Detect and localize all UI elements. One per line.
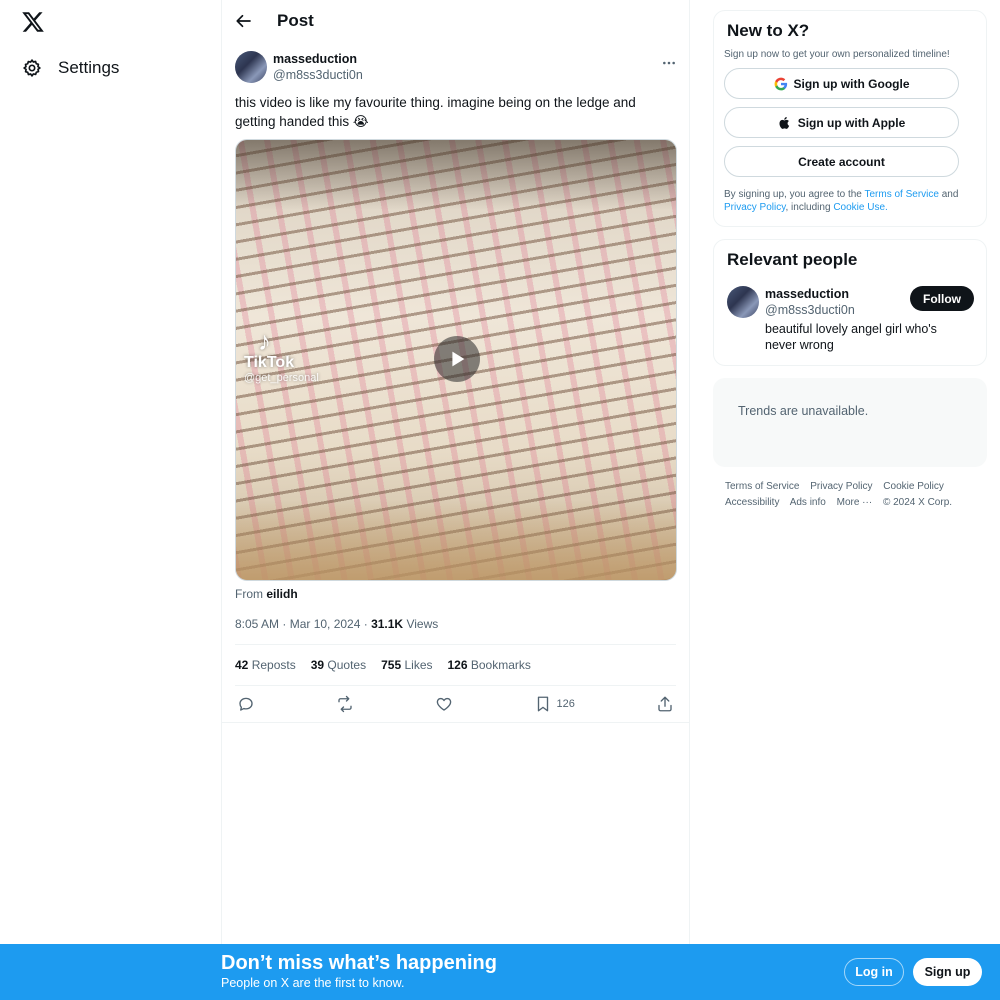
play-icon [446, 348, 468, 370]
views-count: 31.1K [371, 617, 404, 631]
quotes-count: 39 [310, 658, 325, 672]
terms-link[interactable]: Terms of Service [864, 189, 938, 200]
main-column: Post masseduction @m8ss3ducti0n this vid… [221, 0, 690, 944]
post-timestamp[interactable]: 8:05 AM · Mar 10, 2024 · [235, 617, 371, 631]
create-account-button[interactable]: Create account [724, 146, 959, 177]
tiktok-handle: @get_personal [244, 372, 319, 384]
post: masseduction @m8ss3ducti0n this video is… [222, 42, 689, 723]
signup-legal-text: By signing up, you agree to the Terms of… [724, 188, 976, 214]
tiktok-watermark: ♪ TikTok @get_personal [244, 328, 319, 384]
follow-button[interactable]: Follow [910, 286, 974, 311]
signup-card-title: New to X? [727, 21, 810, 40]
signup-banner: Don’t miss what’s happening People on X … [0, 944, 1000, 1000]
bookmarks-count: 126 [447, 658, 468, 672]
reposts-count: 42 [235, 658, 249, 672]
signup-google-label: Sign up with Google [793, 76, 910, 91]
from-prefix: From [235, 587, 263, 601]
reposts-label: Reposts [248, 658, 296, 672]
reposts-stat[interactable]: 42 Reposts [235, 658, 296, 672]
signup-apple-button[interactable]: Sign up with Apple [724, 107, 959, 138]
post-meta: 8:05 AM · Mar 10, 2024 · 31.1K Views [235, 617, 676, 645]
cookie-link[interactable]: Cookie Use. [833, 202, 887, 213]
share-icon [656, 695, 674, 713]
bookmark-icon [534, 695, 552, 713]
signup-card: New to X? Sign up now to get your own pe… [713, 10, 987, 227]
repost-button[interactable] [336, 695, 354, 713]
footer-more-button[interactable]: More ··· [837, 497, 873, 508]
reply-button[interactable] [237, 695, 255, 713]
post-text: this video is like my favourite thing. i… [235, 95, 636, 129]
trends-unavailable-text: Trends are unavailable. [738, 404, 869, 418]
play-button[interactable] [434, 336, 480, 382]
video-shadow [236, 140, 676, 210]
likes-count: 755 [381, 658, 402, 672]
repost-icon [336, 695, 354, 713]
footer-accessibility-link[interactable]: Accessibility [725, 497, 779, 508]
relevant-person[interactable]: masseduction @m8ss3ducti0n beautiful lov… [724, 286, 976, 353]
avatar[interactable] [727, 286, 759, 318]
tiktok-logo-icon: ♪ [258, 326, 271, 356]
legal-text-2: and [938, 189, 959, 200]
privacy-link[interactable]: Privacy Policy [724, 202, 786, 213]
signup-google-button[interactable]: Sign up with Google [724, 68, 959, 99]
avatar[interactable] [235, 50, 267, 83]
likes-stat[interactable]: 755 Likes [381, 658, 432, 672]
footer-terms-link[interactable]: Terms of Service [725, 481, 799, 492]
nav-settings[interactable]: Settings [12, 48, 129, 88]
arrow-left-icon[interactable] [235, 12, 253, 30]
likes-label: Likes [401, 658, 433, 672]
apple-icon [778, 116, 792, 130]
quotes-stat[interactable]: 39 Quotes [311, 658, 366, 672]
heart-icon [435, 695, 453, 713]
legal-text-3: , including [785, 202, 834, 213]
legal-text-1: By signing up, you agree to the [724, 189, 865, 200]
video-player[interactable]: ♪ TikTok @get_personal [235, 139, 677, 581]
right-sidebar: New to X? Sign up now to get your own pe… [713, 10, 987, 511]
login-button[interactable]: Log in [844, 958, 904, 986]
footer-links: Terms of Service Privacy Policy Cookie P… [713, 479, 987, 511]
create-account-label: Create account [798, 154, 885, 169]
signup-card-subtitle: Sign up now to get your own personalized… [724, 49, 950, 60]
post-stats: 42 Reposts 39 Quotes 755 Likes 126 Bookm… [235, 645, 676, 686]
google-icon [774, 77, 788, 91]
relevant-people-title: Relevant people [727, 250, 858, 269]
from-name[interactable]: eilidh [266, 587, 297, 601]
like-button[interactable] [435, 695, 453, 713]
reply-icon [237, 695, 255, 713]
bookmark-count: 126 [556, 698, 575, 710]
quotes-label: Quotes [324, 658, 367, 672]
relevant-bio: beautiful lovely angel girl who's never … [765, 322, 937, 352]
tiktok-name: TikTok [244, 354, 295, 371]
more-options-icon[interactable] [662, 56, 676, 70]
page-title: Post [277, 11, 314, 30]
signup-apple-label: Sign up with Apple [797, 115, 906, 130]
footer-copyright: © 2024 X Corp. [882, 497, 953, 508]
footer-cookie-link[interactable]: Cookie Policy [883, 481, 944, 492]
author-handle[interactable]: @m8ss3ducti0n [273, 67, 363, 83]
video-source: From eilidh [235, 587, 676, 601]
views-label: Views [403, 617, 439, 631]
x-logo-icon[interactable] [21, 10, 45, 34]
footer-privacy-link[interactable]: Privacy Policy [810, 481, 872, 492]
bookmarks-stat[interactable]: 126 Bookmarks [448, 658, 531, 672]
banner-subtitle: People on X are the first to know. [221, 976, 405, 990]
banner-title: Don’t miss what’s happening [221, 952, 497, 974]
trends-panel: Trends are unavailable. [713, 378, 987, 467]
share-button[interactable] [656, 695, 674, 713]
post-actions: 126 [222, 686, 689, 723]
post-author: masseduction @m8ss3ducti0n [235, 50, 676, 83]
gear-icon [22, 58, 42, 78]
bookmark-button[interactable]: 126 [534, 695, 575, 713]
post-header: Post [222, 0, 689, 42]
author-display-name[interactable]: masseduction [273, 51, 363, 67]
video-floor [236, 500, 676, 580]
bookmarks-label: Bookmarks [467, 658, 531, 672]
footer-ads-link[interactable]: Ads info [790, 497, 826, 508]
left-navigation: Settings [0, 0, 221, 944]
signup-button[interactable]: Sign up [913, 958, 982, 986]
relevant-people-card: Relevant people masseduction @m8ss3ducti… [713, 239, 987, 366]
nav-settings-label: Settings [58, 58, 120, 77]
